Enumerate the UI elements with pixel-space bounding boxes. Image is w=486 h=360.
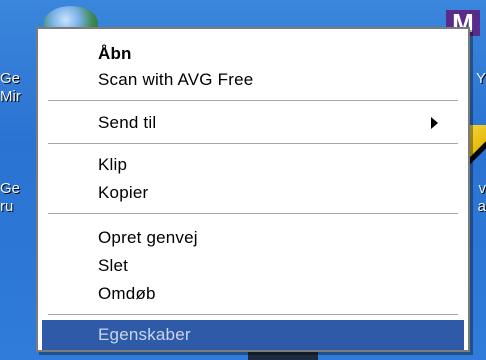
menu-item-rename[interactable]: Omdøb [42, 279, 464, 309]
menu-item-properties[interactable]: Egenskaber [42, 320, 464, 350]
desktop-left-labels-top: Ge Mir [0, 70, 38, 106]
menu-item-delete-label: Slet [98, 256, 129, 275]
menu-item-send-to-label: Send til [98, 113, 157, 132]
menu-item-cut[interactable]: Klip [42, 150, 464, 180]
context-menu: Åbn Scan with AVG Free Send til Klip Kop… [36, 27, 470, 352]
desktop-left-label-top-1: Ge [0, 70, 21, 87]
menu-item-create-shortcut-label: Opret genvej [98, 228, 198, 247]
menu-item-scan-avg[interactable]: Scan with AVG Free [42, 65, 464, 95]
menu-separator [48, 143, 458, 144]
menu-item-copy[interactable]: Kopier [42, 178, 464, 208]
menu-item-delete[interactable]: Slet [42, 251, 464, 281]
desktop-left-label-top-2: Mir [0, 88, 21, 105]
submenu-arrow-icon [431, 117, 438, 129]
menu-separator [48, 314, 458, 315]
menu-item-send-to[interactable]: Send til [42, 108, 464, 138]
menu-item-create-shortcut[interactable]: Opret genvej [42, 223, 464, 253]
menu-separator [48, 213, 458, 214]
menu-separator [48, 100, 458, 101]
menu-item-open-label: Åbn [98, 44, 132, 63]
menu-item-scan-avg-label: Scan with AVG Free [98, 70, 254, 89]
menu-item-cut-label: Klip [98, 155, 128, 174]
desktop-left-label-mid-2: ru [0, 198, 14, 215]
menu-item-properties-label: Egenskaber [98, 325, 191, 344]
desktop-left-labels-mid: Ge ru [0, 180, 38, 216]
menu-item-copy-label: Kopier [98, 183, 149, 202]
menu-item-rename-label: Omdøb [98, 284, 156, 303]
desktop-left-label-mid-1: Ge [0, 180, 21, 197]
